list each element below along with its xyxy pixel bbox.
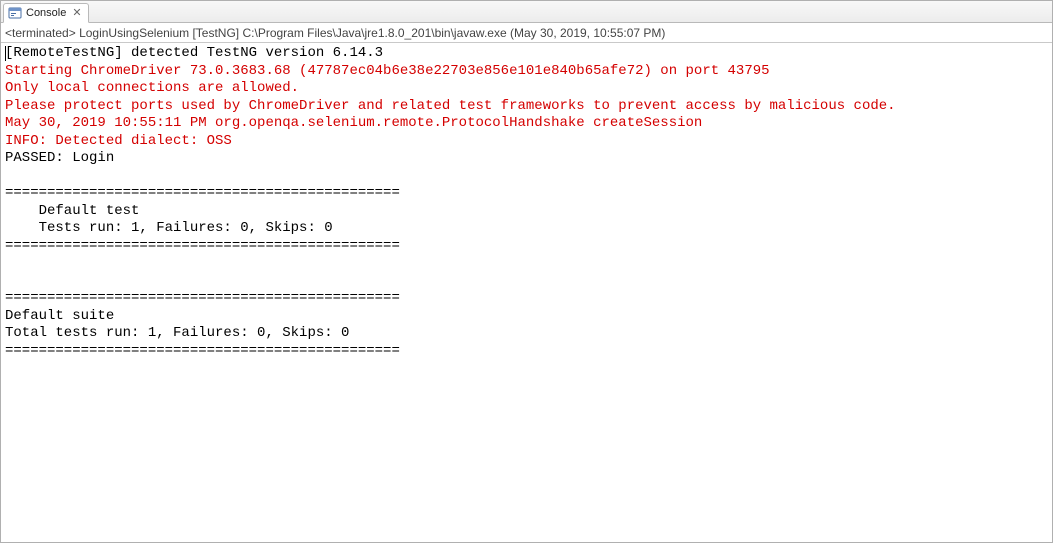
- console-line-text: [5, 168, 13, 184]
- console-line: Default suite: [5, 308, 1048, 326]
- console-line: [RemoteTestNG] detected TestNG version 6…: [5, 45, 1048, 63]
- console-line-text: [5, 360, 13, 376]
- console-output[interactable]: [RemoteTestNG] detected TestNG version 6…: [1, 43, 1052, 380]
- tab-console[interactable]: Console ✕: [3, 3, 89, 23]
- console-line-text: Please protect ports used by ChromeDrive…: [5, 98, 896, 114]
- console-line-text: Default suite: [5, 308, 114, 324]
- status-terminated: <terminated>: [5, 26, 76, 40]
- console-line: May 30, 2019 10:55:11 PM org.openqa.sele…: [5, 115, 1048, 133]
- console-line: Only local connections are allowed.: [5, 80, 1048, 98]
- launch-status-line: <terminated> LoginUsingSelenium [TestNG]…: [1, 23, 1052, 43]
- console-line-text: PASSED: Login: [5, 150, 114, 166]
- console-line-text: INFO: Detected dialect: OSS: [5, 133, 232, 149]
- console-line: PASSED: Login: [5, 150, 1048, 168]
- console-line: ========================================…: [5, 343, 1048, 361]
- console-line-text: May 30, 2019 10:55:11 PM org.openqa.sele…: [5, 115, 702, 131]
- console-line-text: ========================================…: [5, 238, 400, 254]
- status-config: LoginUsingSelenium [TestNG]: [79, 26, 239, 40]
- console-line: Default test: [5, 203, 1048, 221]
- status-timestamp: (May 30, 2019, 10:55:07 PM): [510, 26, 665, 40]
- console-line: ========================================…: [5, 185, 1048, 203]
- console-line: Please protect ports used by ChromeDrive…: [5, 98, 1048, 116]
- console-line: Total tests run: 1, Failures: 0, Skips: …: [5, 325, 1048, 343]
- console-line-text: Default test: [5, 203, 139, 219]
- console-line-text: [5, 273, 13, 289]
- console-line: Starting ChromeDriver 73.0.3683.68 (4778…: [5, 63, 1048, 81]
- console-line-text: [5, 255, 13, 271]
- console-line-text: Tests run: 1, Failures: 0, Skips: 0: [5, 220, 333, 236]
- status-path: C:\Program Files\Java\jre1.8.0_201\bin\j…: [242, 26, 506, 40]
- console-line: [5, 273, 1048, 291]
- tab-bar: Console ✕: [1, 1, 1052, 23]
- console-line-text: Total tests run: 1, Failures: 0, Skips: …: [5, 325, 349, 341]
- console-line: Tests run: 1, Failures: 0, Skips: 0: [5, 220, 1048, 238]
- tab-label: Console: [26, 7, 66, 19]
- console-line-text: ========================================…: [5, 185, 400, 201]
- console-line: [5, 255, 1048, 273]
- console-line: [5, 168, 1048, 186]
- console-line-text: ========================================…: [5, 343, 400, 359]
- console-line: [5, 360, 1048, 378]
- close-icon[interactable]: ✕: [72, 8, 81, 19]
- console-line: INFO: Detected dialect: OSS: [5, 133, 1048, 151]
- console-icon: [8, 6, 22, 20]
- console-line-text: [RemoteTestNG] detected TestNG version 6…: [5, 45, 383, 61]
- console-line-text: Starting ChromeDriver 73.0.3683.68 (4778…: [5, 63, 770, 79]
- console-line: ========================================…: [5, 238, 1048, 256]
- console-line-text: Only local connections are allowed.: [5, 80, 299, 96]
- console-line: ========================================…: [5, 290, 1048, 308]
- console-line-text: ========================================…: [5, 290, 400, 306]
